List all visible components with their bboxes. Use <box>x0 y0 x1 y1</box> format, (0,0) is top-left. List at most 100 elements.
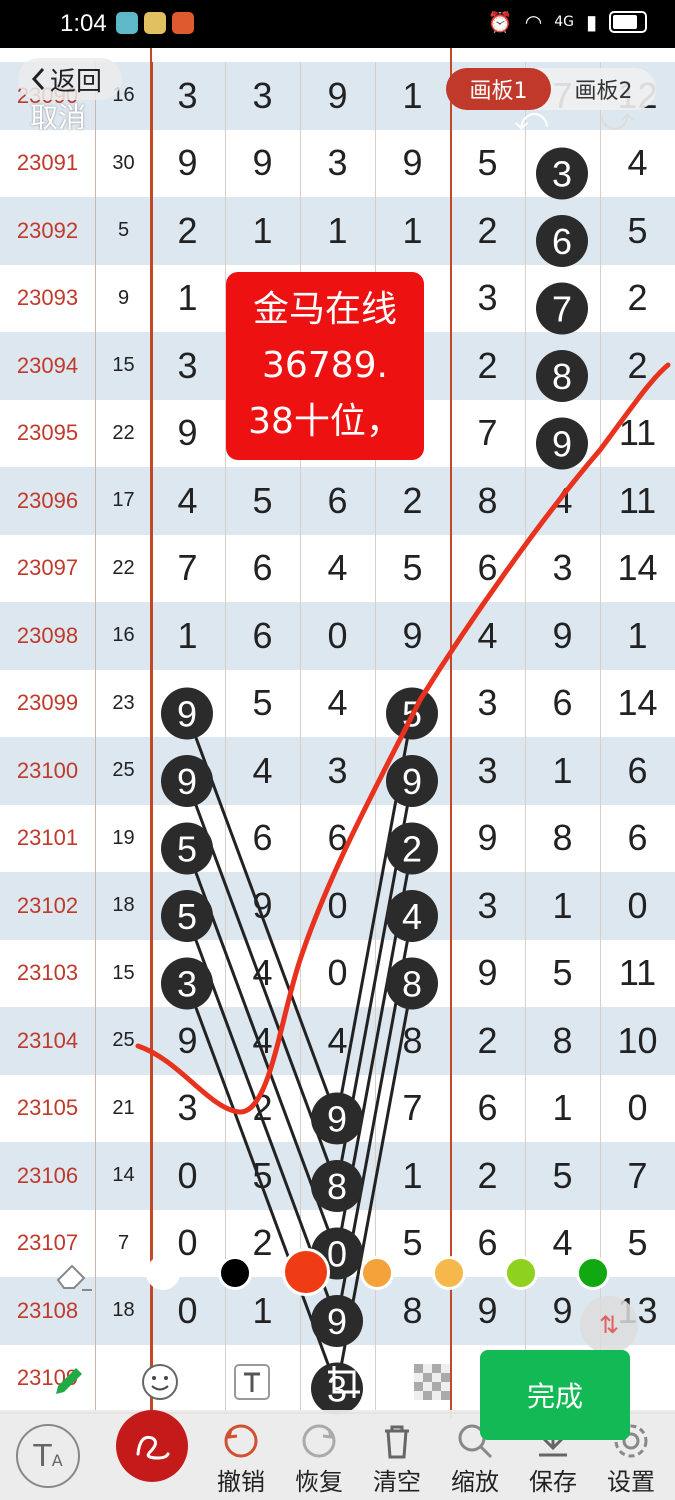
table-row: 23096 17 4 5 6 2 8 4 11 <box>0 467 675 536</box>
color-swatch[interactable] <box>282 1248 330 1296</box>
battery-icon <box>609 11 647 33</box>
digit-cell: 6 <box>450 534 526 602</box>
app-notification-icon <box>172 12 194 34</box>
sum-value: 5 <box>95 197 153 265</box>
sum-value: 22 <box>95 399 153 467</box>
digit-cell: 9 <box>150 669 226 737</box>
color-swatch[interactable] <box>576 1256 610 1290</box>
status-bar: 1:04 ⏰ ◠ 4G ▮ <box>0 0 675 48</box>
done-button[interactable]: 完成 <box>480 1350 630 1440</box>
color-swatch[interactable] <box>504 1256 538 1290</box>
digit-cell: 5 <box>225 669 301 737</box>
redo-icon <box>302 1424 336 1458</box>
status-time: 1:04 <box>60 10 107 37</box>
undo-button[interactable]: 撤销 <box>206 1420 276 1497</box>
column-divider <box>150 48 152 1418</box>
table-row: 23091 30 9 9 3 9 5 3 4 <box>0 129 675 198</box>
pencil-icon[interactable] <box>48 1362 88 1402</box>
digit-cell: 1 <box>600 602 675 670</box>
digit-cell: 0 <box>600 1075 675 1143</box>
redo-icon[interactable]: ⤻ <box>600 100 634 139</box>
table-row: 23092 5 2 1 1 1 2 6 5 <box>0 197 675 266</box>
digit-cell: 5 <box>450 129 526 197</box>
sum-value: 25 <box>95 1007 153 1075</box>
digit-cell: 9 <box>450 804 526 872</box>
note-line: 36789. <box>262 345 388 386</box>
undo-icon[interactable]: ⤺ <box>514 100 548 139</box>
back-label: 返回 <box>50 66 103 97</box>
color-swatch[interactable] <box>360 1256 394 1290</box>
digit-cell: 5 <box>600 197 675 265</box>
crop-icon[interactable] <box>324 1362 364 1402</box>
sum-value: 15 <box>95 939 153 1007</box>
sum-value: 16 <box>95 602 153 670</box>
text-note[interactable]: 金马在线 36789. 38十位， <box>226 272 424 460</box>
sum-value: 17 <box>95 467 153 535</box>
clear-button[interactable]: 清空 <box>362 1420 432 1497</box>
digit-cell: 6 <box>600 805 675 873</box>
digit-cell: 14 <box>600 535 675 603</box>
trash-icon <box>385 1425 409 1459</box>
alarm-icon: ⏰ <box>487 10 513 34</box>
digit-cell: 8 <box>375 939 451 1007</box>
digit-cell: 1 <box>225 197 301 265</box>
color-swatch[interactable] <box>146 1256 180 1290</box>
eraser-icon[interactable] <box>52 1256 92 1292</box>
digit-cell: 9 <box>225 129 301 197</box>
digit-cell: 6 <box>300 467 376 535</box>
digit-cell: 8 <box>525 1007 601 1075</box>
digit-cell: 2 <box>450 197 526 265</box>
text-style-button[interactable]: TA <box>16 1424 80 1488</box>
digit-cell: 2 <box>225 1074 301 1142</box>
digit-cell: 11 <box>600 940 675 1008</box>
digit-cell: 2 <box>450 332 526 400</box>
digit-cell: 9 <box>525 602 601 670</box>
undo-icon <box>224 1424 258 1458</box>
table-row: 23106 14 0 5 8 1 2 5 7 <box>0 1142 675 1211</box>
digit-cell: 0 <box>150 1142 226 1210</box>
color-swatch[interactable] <box>432 1256 466 1290</box>
digit-cell: 5 <box>225 467 301 535</box>
color-swatch[interactable] <box>218 1256 252 1290</box>
wifi-icon: ◠ <box>524 10 543 34</box>
digit-cell: 9 <box>150 129 226 197</box>
digit-cell: 10 <box>600 1007 675 1075</box>
digit-cell: 7 <box>450 399 526 467</box>
digit-cell: 3 <box>450 737 526 805</box>
issue-number: 23100 <box>16 757 79 783</box>
digit-cell: 3 <box>150 332 226 400</box>
digit-cell: 9 <box>150 737 226 805</box>
digit-cell: 2 <box>600 332 675 400</box>
mosaic-icon[interactable] <box>412 1362 452 1402</box>
status-indicators: ⏰ ◠ 4G ▮ <box>488 10 647 34</box>
sticker-icon[interactable] <box>140 1362 180 1402</box>
zoom-label: 缩放 <box>451 1469 499 1496</box>
digit-cell: 9 <box>300 62 376 130</box>
digit-cell: 8 <box>525 804 601 872</box>
digit-cell: 3 <box>450 264 526 332</box>
digit-cell: 5 <box>225 1142 301 1210</box>
column-divider <box>450 48 452 1418</box>
digit-cell: 4 <box>225 1007 301 1075</box>
digit-cell: 2 <box>375 804 451 872</box>
digit-cell: 2 <box>375 467 451 535</box>
digit-cell: 1 <box>150 264 226 332</box>
sum-value: 22 <box>95 534 153 602</box>
lottery-table[interactable]: 8228446230901633916712230913099395342309… <box>0 48 675 1418</box>
digit-cell: 3 <box>150 62 226 130</box>
digit-cell: 1 <box>525 872 601 940</box>
undo-label: 撤销 <box>217 1469 265 1496</box>
digit-cell: 9 <box>375 129 451 197</box>
digit-cell: 3 <box>450 872 526 940</box>
digit-cell: 8 <box>375 1007 451 1075</box>
text-tool-icon[interactable] <box>232 1362 272 1402</box>
scroll-handle[interactable]: ⇅ <box>580 1296 638 1354</box>
digit-cell: 3 <box>525 129 601 197</box>
issue-number: 23094 <box>16 352 79 378</box>
cancel-button[interactable]: 取消 <box>30 96 86 136</box>
pen-button[interactable] <box>116 1410 188 1482</box>
back-button[interactable]: 返回 <box>18 58 122 100</box>
digit-cell: 6 <box>225 602 301 670</box>
redo-button[interactable]: 恢复 <box>284 1420 354 1497</box>
note-line: 38十位， <box>248 401 402 442</box>
